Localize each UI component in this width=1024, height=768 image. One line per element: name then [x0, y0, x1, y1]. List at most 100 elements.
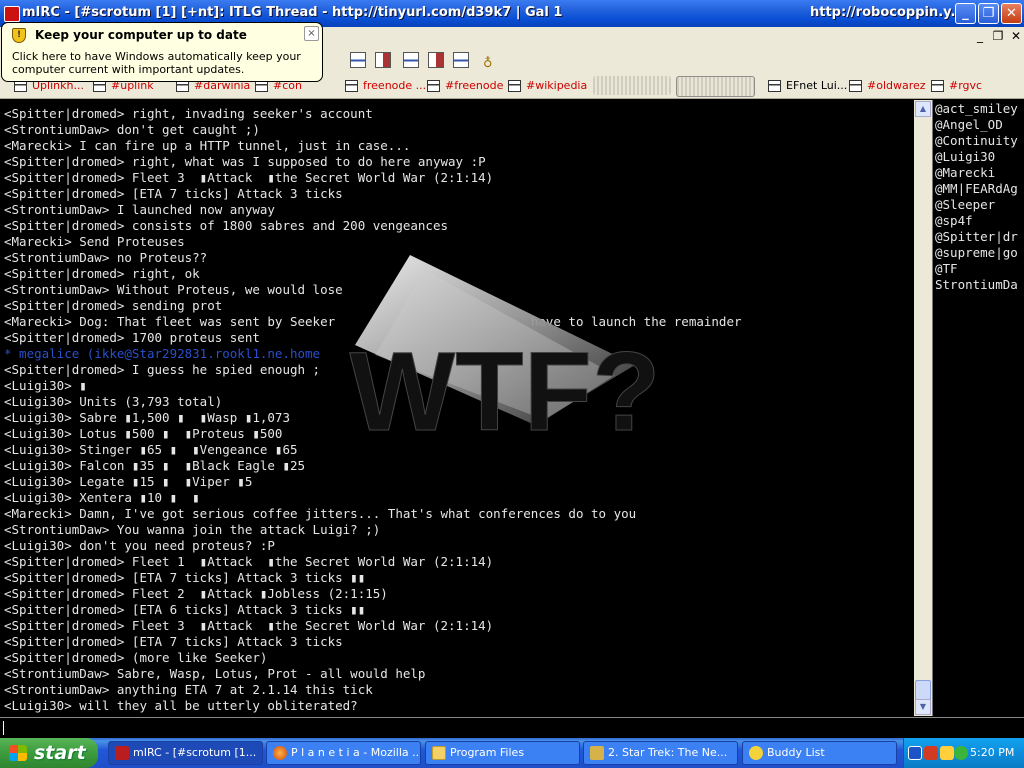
folder-icon	[432, 746, 446, 760]
chat-line: <StrontiumDaw> don't get caught ;)	[4, 122, 260, 137]
task-label: mIRC - [#scrotum [1...	[133, 746, 257, 759]
close-button[interactable]: ✕	[1001, 3, 1022, 24]
chat-line: <Spitter|dromed> Fleet 2 ▮Attack ▮Jobles…	[4, 586, 388, 601]
taskbar-button-star-trek[interactable]: 2. Star Trek: The Ne...	[583, 741, 738, 765]
switchbar-item[interactable]: #oldwarez	[849, 79, 926, 95]
switchbar-item-obscured-active[interactable]	[676, 76, 755, 97]
text-caret	[3, 721, 4, 735]
scroll-thumb[interactable]	[915, 680, 931, 700]
shield-icon: !	[12, 28, 26, 43]
chat-line: <StrontiumDaw> You wanna join the attack…	[4, 522, 381, 537]
balloon-body[interactable]: Click here to have Windows automatically…	[12, 50, 312, 76]
balloon-close-button[interactable]: ×	[304, 26, 319, 41]
nick-item[interactable]: @act_smiley	[935, 101, 1018, 117]
switchbar-item[interactable]: #rgvc	[931, 79, 982, 95]
system-tray: 5:20 PM	[903, 738, 1024, 768]
taskbar-button-program-files[interactable]: Program Files	[425, 741, 580, 765]
maximize-icon: ❐	[982, 6, 995, 21]
chat-line: <Spitter|dromed> [ETA 7 ticks] Attack 3 …	[4, 634, 343, 649]
toolbar-cascade-icon[interactable]	[453, 52, 469, 68]
chat-line: <Marecki> I can fire up a HTTP tunnel, j…	[4, 138, 411, 153]
tray-expand-icon[interactable]	[908, 746, 922, 760]
toolbar-options-icon[interactable]	[350, 52, 366, 68]
chat-line: <Spitter|dromed> I guess he spied enough…	[4, 362, 321, 377]
nick-item[interactable]: @supreme|go	[935, 245, 1018, 261]
chat-line: <StrontiumDaw> I launched now anyway	[4, 202, 275, 217]
firefox-icon	[273, 746, 287, 760]
mdi-minimize-button[interactable]: _	[972, 29, 988, 43]
taskbar-button-mozilla[interactable]: P l a n e t i a - Mozilla ...	[266, 741, 421, 765]
switchbar-item[interactable]: EFnet Lui...	[768, 79, 847, 95]
task-label: P l a n e t i a - Mozilla ...	[291, 746, 421, 759]
nick-item[interactable]: @Continuity	[935, 133, 1018, 149]
nick-item[interactable]: @Angel_OD	[935, 117, 1003, 133]
chat-line: <Luigi30> Sabre ▮1,500 ▮ ▮Wasp ▮1,073	[4, 410, 290, 425]
nick-item[interactable]: @Marecki	[935, 165, 995, 181]
nick-item[interactable]: @Luigi30	[935, 149, 995, 165]
trek-icon	[590, 746, 604, 760]
chat-line: <Luigi30> Stinger ▮65 ▮ ▮Vengeance ▮65	[4, 442, 298, 457]
task-label: 2. Star Trek: The Ne...	[608, 746, 728, 759]
nick-item[interactable]: @TF	[935, 261, 958, 277]
task-label: Buddy List	[767, 746, 825, 759]
toolbar-tile-icon[interactable]	[428, 52, 444, 68]
chat-line: <Spitter|dromed> right, invading seeker'…	[4, 106, 373, 121]
chat-line: <Luigi30> Xentera ▮10 ▮ ▮	[4, 490, 200, 505]
minimize-button[interactable]: _	[955, 3, 976, 24]
maximize-button[interactable]: ❐	[978, 3, 999, 24]
mdi-close-button[interactable]: ✕	[1008, 29, 1024, 43]
start-flag-icon	[9, 745, 27, 761]
buddy-icon	[749, 746, 763, 760]
chat-line: <StrontiumDaw> Without Proteus, we would…	[4, 282, 343, 297]
chat-line: <Marecki> Send Proteuses	[4, 234, 185, 249]
wtf-text: WTF?	[350, 329, 661, 454]
nick-item[interactable]: @MM|FEARdAg	[935, 181, 1018, 197]
tray-icon[interactable]	[954, 746, 968, 760]
switchbar-item-obscured[interactable]	[593, 76, 671, 95]
nick-item[interactable]: @Sleeper	[935, 197, 995, 213]
chat-line: <Spitter|dromed> Fleet 1 ▮Attack ▮the Se…	[4, 554, 494, 569]
balloon-title: Keep your computer up to date	[35, 28, 247, 42]
scroll-down-button[interactable]: ▼	[915, 699, 931, 715]
app-icon[interactable]	[4, 6, 20, 22]
chat-line: <Spitter|dromed> sending prot	[4, 298, 223, 313]
task-label: Program Files	[450, 746, 525, 759]
taskbar-button-mirc[interactable]: mIRC - [#scrotum [1...	[108, 741, 263, 765]
close-icon: ✕	[1006, 6, 1017, 21]
taskbar-button-buddy-list[interactable]: Buddy List	[742, 741, 897, 765]
chat-line: <Luigi30> Legate ▮15 ▮ ▮Viper ▮5	[4, 474, 253, 489]
switchbar-item[interactable]: #freenode	[427, 79, 503, 95]
mirc-icon	[115, 746, 129, 760]
start-button[interactable]: start	[0, 738, 98, 768]
wtf-overlay-image: WTF?	[349, 255, 661, 455]
minimize-icon: _	[962, 6, 969, 21]
chat-line: <Spitter|dromed> Fleet 3 ▮Attack ▮the Se…	[4, 170, 494, 185]
chat-scrollbar[interactable]	[914, 100, 932, 716]
switchbar-item[interactable]: #wikipedia	[508, 79, 587, 95]
chat-line: <Luigi30> don't you need proteus? :P	[4, 538, 275, 553]
update-notification-balloon[interactable]: ! Keep your computer up to date Click he…	[1, 22, 323, 82]
chat-line: <StrontiumDaw> no Proteus??	[4, 250, 208, 265]
chat-line: <Spitter|dromed> [ETA 6 ticks] Attack 3 …	[4, 602, 366, 617]
mdi-restore-button[interactable]: ❐	[990, 29, 1006, 43]
tray-icon[interactable]	[940, 746, 954, 760]
scroll-up-button[interactable]: ▲	[915, 101, 931, 117]
scroll-up-icon: ▲	[919, 104, 927, 113]
chat-line: <Spitter|dromed> consists of 1800 sabres…	[4, 218, 449, 233]
nick-item[interactable]: @sp4f	[935, 213, 973, 229]
nick-item[interactable]: StrontiumDa	[935, 277, 1018, 293]
toolbar-address-book-icon[interactable]	[375, 52, 391, 68]
message-input[interactable]	[0, 717, 1024, 738]
toolbar-help-icon[interactable]: ♁	[483, 52, 499, 71]
nick-item[interactable]: @Spitter|dr	[935, 229, 1018, 245]
chat-line: <Luigi30> Lotus ▮500 ▮ ▮Proteus ▮500	[4, 426, 283, 441]
scroll-down-icon: ▼	[919, 702, 927, 711]
chat-line: <StrontiumDaw> anything ETA 7 at 2.1.14 …	[4, 682, 373, 697]
chat-line: <StrontiumDaw> Sabre, Wasp, Lotus, Prot …	[4, 666, 426, 681]
tray-icon[interactable]	[924, 746, 938, 760]
chat-line: <Luigi30> ▮	[4, 378, 87, 393]
toolbar-colors-icon[interactable]	[403, 52, 419, 68]
chat-line: <Spitter|dromed> [ETA 7 ticks] Attack 3 …	[4, 186, 343, 201]
nick-list[interactable]: @act_smiley @Angel_OD @Continuity @Luigi30 @…	[932, 100, 1024, 716]
switchbar-item[interactable]: freenode ...	[345, 79, 426, 95]
